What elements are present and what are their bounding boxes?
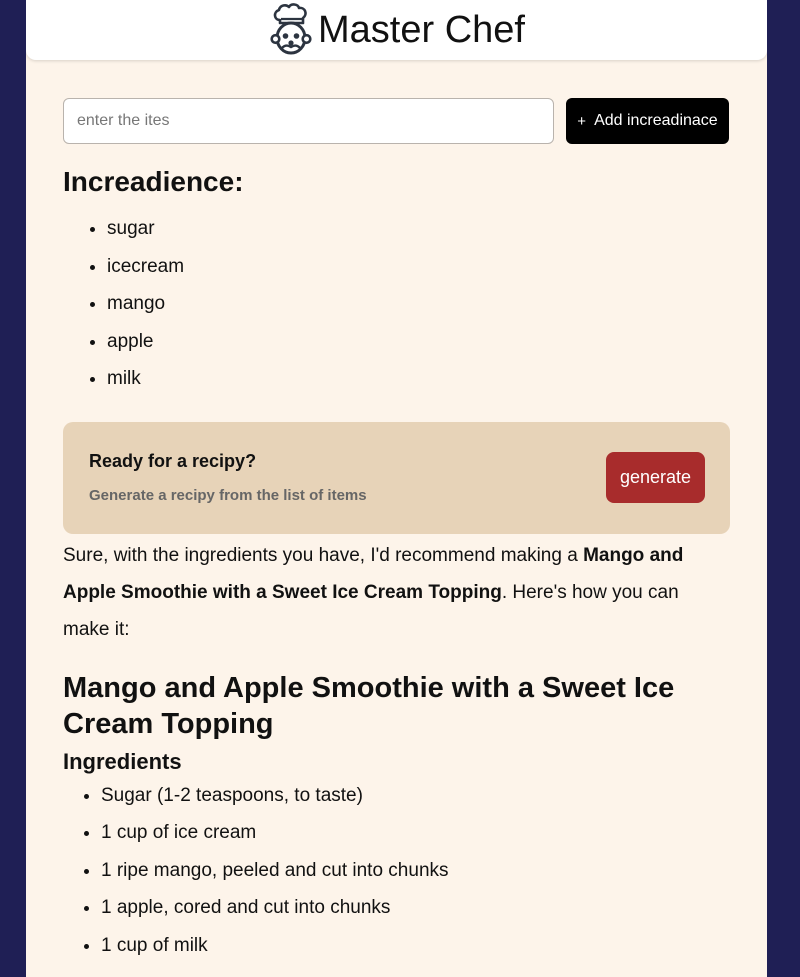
ingredients-list: sugar icecream mango apple milk (63, 210, 730, 398)
recipe-title: Mango and Apple Smoothie with a Sweet Ic… (63, 671, 675, 740)
ingredient-input[interactable] (63, 98, 554, 144)
main-content: + Add increadinace Increadience: sugar i… (26, 60, 767, 964)
ingredient-item: sugar (107, 210, 730, 248)
ingredient-item: icecream (107, 248, 730, 286)
generate-button[interactable]: generate (606, 452, 705, 503)
recipe-ingredient-item: 1 cup of milk (101, 927, 730, 965)
ingredient-item: milk (107, 360, 730, 398)
recipe-intro-before: Sure, with the ingredients you have, I'd… (63, 544, 584, 566)
generate-recipe-panel: Ready for a recipy? Generate a recipy fr… (63, 421, 730, 534)
recipe-ingredients-heading: Ingredients (63, 748, 182, 774)
recipe-ingredient-item: 1 ripe mango, peeled and cut into chunks (101, 852, 730, 890)
recipe-intro: Sure, with the ingredients you have, I'd… (63, 537, 730, 648)
app-title: Master Chef (318, 8, 525, 51)
recipe-ingredient-item: Sugar (1-2 teaspoons, to taste) (101, 777, 730, 815)
chef-icon (270, 3, 312, 55)
add-ingredient-label: Add increadinace (594, 112, 718, 129)
add-ingredient-button[interactable]: + Add increadinace (566, 98, 729, 144)
cta-text: Ready for a recipy? Generate a recipy fr… (89, 451, 367, 504)
recipe-ingredient-item: 1 cup of ice cream (101, 814, 730, 852)
app-header: Master Chef (26, 0, 767, 60)
recipe-ingredients-list: Sugar (1-2 teaspoons, to taste) 1 cup of… (63, 777, 730, 965)
recipe-ingredient-item: 1 apple, cored and cut into chunks (101, 889, 730, 927)
recipe-output: Sure, with the ingredients you have, I'd… (63, 537, 730, 965)
cta-title: Ready for a recipy? (89, 451, 257, 471)
ingredient-item: apple (107, 323, 730, 361)
plus-icon: + (577, 112, 587, 130)
ingredients-section: Increadience: sugar icecream mango apple… (63, 166, 730, 398)
cta-subtitle: Generate a recipy from the list of items (89, 487, 367, 504)
add-ingredient-form: + Add increadinace (63, 98, 730, 144)
ingredient-item: mango (107, 285, 730, 323)
app-card: Master Chef + Add increadinace Increadie… (26, 0, 767, 977)
ingredients-heading: Increadience: (63, 166, 244, 197)
